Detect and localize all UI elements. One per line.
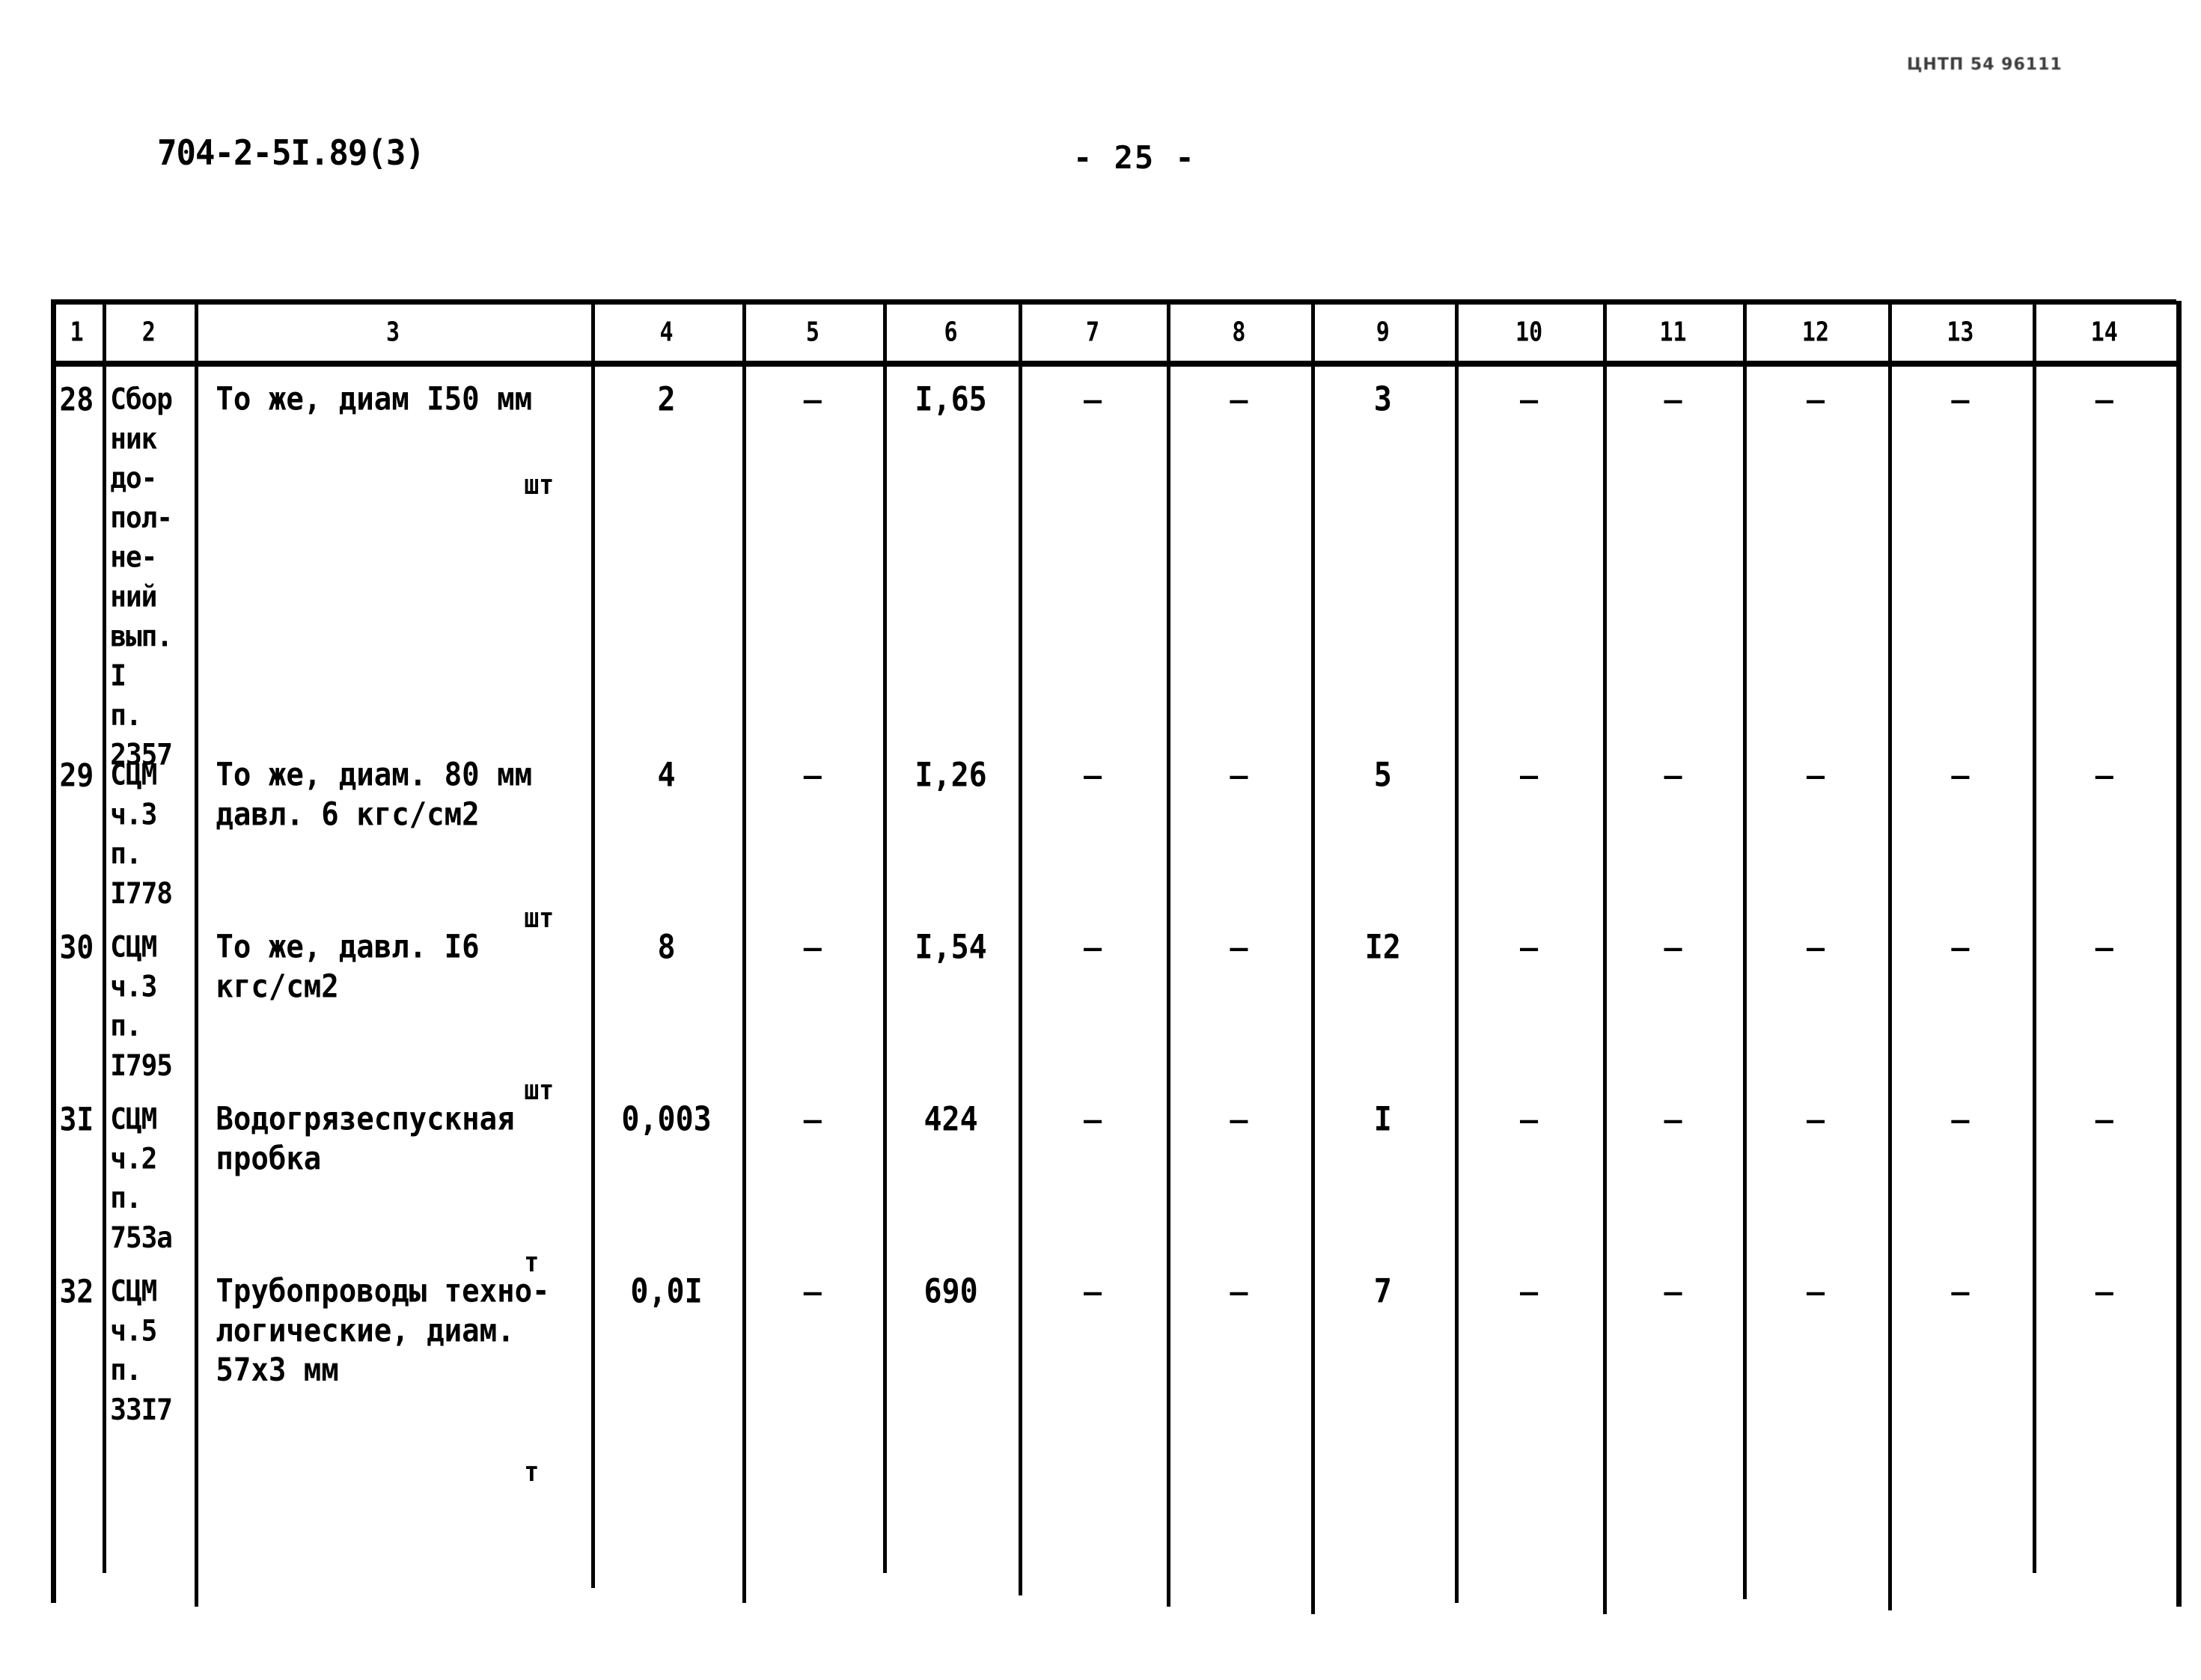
row-32-col-13: – bbox=[1951, 1277, 1970, 1308]
row-3I-col-8: – bbox=[1230, 1105, 1248, 1136]
row-index-32: 32 bbox=[59, 1273, 94, 1310]
column-header-10: 10 bbox=[1515, 317, 1543, 349]
row-30-col-4: 8 bbox=[657, 928, 676, 967]
column-separator-14 bbox=[2176, 301, 2182, 1607]
row-3I-col-12: – bbox=[1806, 1105, 1825, 1136]
row-30-col-13: – bbox=[1951, 932, 1970, 964]
row-28-col-5: – bbox=[803, 385, 822, 416]
row-32-col-12: – bbox=[1806, 1277, 1825, 1308]
row-3I-col-6: 424 bbox=[924, 1100, 978, 1139]
document-number: 704-2-5I.89(3) bbox=[157, 133, 425, 174]
row-3I-col-11: – bbox=[1664, 1105, 1682, 1136]
row-28-col-7: – bbox=[1084, 385, 1102, 416]
row-3I-col-14: – bbox=[2095, 1105, 2113, 1136]
row-30-col-9: I2 bbox=[1364, 928, 1401, 967]
row-source-code-28: Сбор ник до- пол- не- ний вып. I п. 2357 bbox=[110, 382, 173, 772]
row-source-code-3I: СЦМ ч.2 п. 753а bbox=[110, 1102, 173, 1255]
row-29-col-7: – bbox=[1084, 760, 1102, 792]
row-3I-col-7: – bbox=[1084, 1105, 1102, 1136]
specification-table: 1 2 3 4 5 6 7 8 9 10 11 12 13 14 28 Сбор ник до- пол- … bbox=[51, 299, 2182, 1616]
row-3I-col-4: 0,003 bbox=[621, 1100, 712, 1139]
row-32-col-4: 0,0I bbox=[630, 1272, 703, 1311]
row-3I-col-10: – bbox=[1520, 1105, 1539, 1136]
document-page: ЦНТП 54 96111 704-2-5I.89(3) - 25 - 1234… bbox=[0, 0, 2201, 1680]
row-29-col-4: 4 bbox=[657, 756, 676, 795]
column-header-12: 12 bbox=[1801, 317, 1830, 349]
row-28-col-13: – bbox=[1951, 385, 1970, 416]
row-32-col-9: 7 bbox=[1373, 1272, 1392, 1311]
row-description-32: Трубопроводы техно- логические, диам. 57… bbox=[216, 1273, 550, 1390]
column-separator-1 bbox=[103, 301, 107, 1573]
row-32-col-11: – bbox=[1664, 1277, 1682, 1308]
row-29-col-6: I,26 bbox=[915, 756, 987, 795]
row-index-28: 28 bbox=[59, 381, 94, 418]
table-top-rule bbox=[51, 299, 2176, 305]
row-29-col-14: – bbox=[2095, 760, 2113, 792]
row-29-col-9: 5 bbox=[1373, 756, 1392, 795]
column-header-11: 11 bbox=[1659, 317, 1687, 349]
column-header-2: 2 bbox=[141, 317, 156, 349]
row-29-col-10: – bbox=[1520, 760, 1539, 792]
row-28-col-4: 2 bbox=[657, 380, 676, 419]
row-description-3I: Водогрязеспускная пробка bbox=[216, 1101, 515, 1178]
row-29-col-12: – bbox=[1806, 760, 1825, 792]
column-header-1: 1 bbox=[70, 317, 84, 349]
row-description-29: То же, диам. 80 мм давл. 6 кгс/см2 bbox=[216, 757, 533, 834]
row-28-col-14: – bbox=[2095, 385, 2113, 416]
row-29-col-11: – bbox=[1664, 760, 1682, 792]
row-32-col-14: – bbox=[2095, 1277, 2113, 1308]
row-28-col-11: – bbox=[1664, 385, 1682, 416]
row-28-col-12: – bbox=[1806, 385, 1825, 416]
column-header-14: 14 bbox=[2090, 317, 2118, 349]
row-index-29: 29 bbox=[59, 757, 94, 794]
row-28-col-6: I,65 bbox=[915, 380, 987, 419]
row-29-col-8: – bbox=[1230, 760, 1248, 792]
row-30-col-11: – bbox=[1664, 932, 1682, 964]
row-description-28: То же, диам I50 мм bbox=[216, 381, 533, 418]
row-30-col-8: – bbox=[1230, 932, 1248, 964]
row-unit-28: шт bbox=[524, 468, 555, 501]
column-header-9: 9 bbox=[1376, 317, 1390, 349]
column-header-5: 5 bbox=[805, 317, 819, 349]
row-32-col-8: – bbox=[1230, 1277, 1248, 1308]
column-header-4: 4 bbox=[659, 317, 674, 349]
row-3I-col-9: I bbox=[1373, 1100, 1392, 1139]
table-header-rule bbox=[51, 361, 2176, 367]
row-32-col-7: – bbox=[1084, 1277, 1102, 1308]
row-source-code-30: СЦМ ч.3 п. I795 bbox=[110, 930, 173, 1083]
row-30-col-10: – bbox=[1520, 932, 1539, 964]
row-30-col-12: – bbox=[1806, 932, 1825, 964]
row-source-code-29: СЦМ ч.3 п. I778 bbox=[110, 758, 173, 911]
page-number: - 25 - bbox=[1073, 139, 1196, 176]
row-source-code-32: СЦМ ч.5 п. 33I7 bbox=[110, 1274, 173, 1427]
row-3I-col-5: – bbox=[803, 1105, 822, 1136]
row-30-col-7: – bbox=[1084, 932, 1102, 964]
row-index-3I: 3I bbox=[59, 1101, 94, 1138]
row-32-col-6: 690 bbox=[924, 1272, 978, 1311]
row-32-col-5: – bbox=[803, 1277, 822, 1308]
row-30-col-5: – bbox=[803, 932, 822, 964]
row-28-col-9: 3 bbox=[1373, 380, 1392, 419]
column-header-8: 8 bbox=[1232, 317, 1246, 349]
row-3I-col-13: – bbox=[1951, 1105, 1970, 1136]
column-header-3: 3 bbox=[385, 317, 400, 349]
row-30-col-14: – bbox=[2095, 932, 2113, 964]
column-header-7: 7 bbox=[1086, 317, 1100, 349]
row-32-col-10: – bbox=[1520, 1277, 1539, 1308]
archive-stamp: ЦНТП 54 96111 bbox=[1907, 55, 2063, 74]
row-29-col-5: – bbox=[803, 760, 822, 792]
row-28-col-10: – bbox=[1520, 385, 1539, 416]
column-header-13: 13 bbox=[1947, 317, 1974, 349]
row-unit-32: т bbox=[524, 1456, 540, 1488]
row-30-col-6: I,54 bbox=[915, 928, 987, 967]
column-header-6: 6 bbox=[944, 317, 958, 349]
row-description-30: То же, давл. I6 кгс/см2 bbox=[216, 929, 480, 1006]
row-index-30: 30 bbox=[59, 929, 94, 966]
row-28-col-8: – bbox=[1230, 385, 1248, 416]
row-29-col-13: – bbox=[1951, 760, 1970, 792]
